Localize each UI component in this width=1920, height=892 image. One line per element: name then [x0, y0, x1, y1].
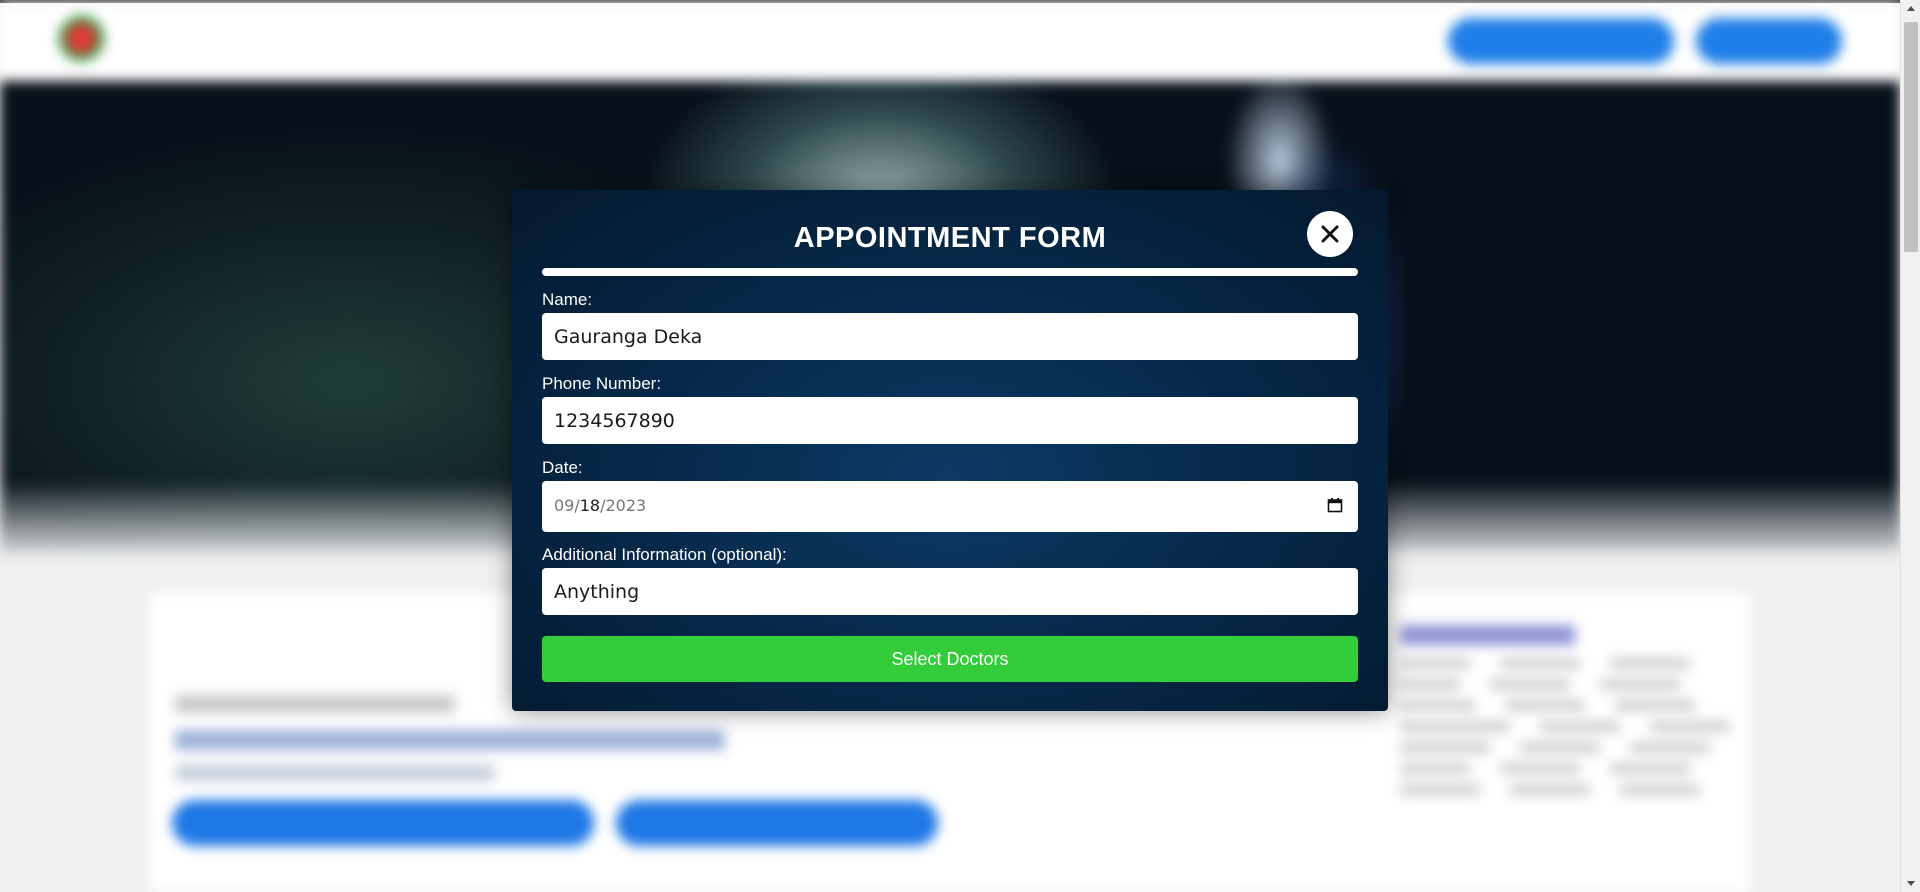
date-month[interactable]: 09	[554, 496, 574, 515]
appointment-modal: APPOINTMENT FORM Name: Phone Number: Dat…	[512, 190, 1388, 711]
nav-button-secondary[interactable]	[1696, 18, 1842, 64]
site-logo	[58, 15, 110, 67]
phone-input[interactable]	[542, 397, 1358, 444]
info-label: Additional Information (optional):	[542, 545, 787, 564]
select-doctors-button[interactable]: Select Doctors	[542, 636, 1358, 682]
card-button-primary[interactable]	[172, 800, 594, 846]
hours-row	[1400, 658, 1730, 669]
scroll-up-arrow-icon[interactable]	[1907, 6, 1915, 11]
date-year[interactable]: 2023	[606, 496, 647, 515]
navbar	[0, 3, 1900, 81]
date-day[interactable]: 18	[580, 496, 600, 515]
calendar-icon[interactable]	[1327, 497, 1343, 513]
date-label: Date:	[542, 458, 583, 477]
date-input[interactable]: 09/18/2023	[542, 481, 1358, 532]
clinic-email	[175, 695, 455, 713]
hours-table	[1400, 658, 1730, 805]
clinic-address	[175, 730, 725, 750]
date-value: 09/18/2023	[554, 496, 647, 515]
hours-heading	[1400, 625, 1575, 645]
card-button-secondary[interactable]	[616, 800, 938, 846]
close-button[interactable]	[1307, 211, 1353, 257]
name-label: Name:	[542, 290, 593, 309]
page-scrollbar[interactable]	[1900, 0, 1920, 892]
nav-button-primary[interactable]	[1448, 18, 1674, 64]
hours-row	[1400, 784, 1730, 795]
info-input[interactable]	[542, 568, 1358, 615]
hours-row	[1400, 721, 1730, 732]
hours-row	[1400, 763, 1730, 774]
clinic-contact	[175, 765, 495, 781]
scrollbar-thumb[interactable]	[1904, 22, 1918, 252]
phone-label: Phone Number:	[542, 374, 662, 393]
hours-row	[1400, 742, 1730, 753]
hours-row	[1400, 679, 1730, 690]
close-icon	[1321, 225, 1339, 243]
scroll-down-arrow-icon[interactable]	[1907, 881, 1915, 886]
modal-title: APPOINTMENT FORM	[793, 222, 1107, 254]
hours-row	[1400, 700, 1730, 711]
name-input[interactable]	[542, 313, 1358, 360]
title-divider	[542, 268, 1358, 276]
